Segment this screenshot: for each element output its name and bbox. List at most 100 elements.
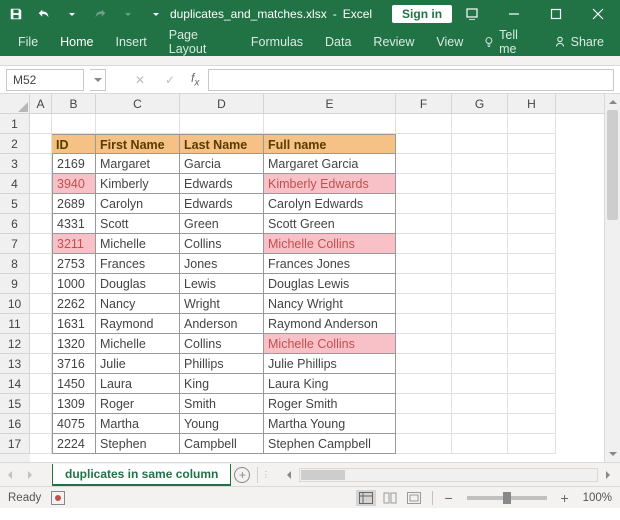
cell[interactable] — [396, 254, 452, 274]
row-header-1[interactable]: 1 — [0, 114, 30, 134]
cell[interactable] — [452, 314, 508, 334]
cell[interactable] — [508, 174, 556, 194]
cell[interactable]: 1309 — [52, 394, 96, 414]
cell[interactable]: 3940 — [52, 174, 96, 194]
tab-page-layout[interactable]: Page Layout — [159, 24, 239, 60]
cell[interactable]: Young — [180, 414, 264, 434]
cell[interactable] — [396, 274, 452, 294]
cell[interactable] — [452, 234, 508, 254]
tab-home[interactable]: Home — [50, 31, 103, 53]
qat-customize-dropdown[interactable] — [144, 2, 168, 26]
cell[interactable] — [508, 134, 556, 154]
cell[interactable] — [30, 294, 52, 314]
cell[interactable]: Martha — [96, 414, 180, 434]
share-button[interactable]: Share — [545, 35, 612, 49]
cell[interactable] — [396, 414, 452, 434]
tab-formulas[interactable]: Formulas — [241, 31, 313, 53]
sheet-nav-next[interactable] — [20, 465, 40, 485]
cell[interactable]: Margaret Garcia — [264, 154, 396, 174]
row-header-8[interactable]: 8 — [0, 254, 30, 274]
cell[interactable] — [452, 214, 508, 234]
cell[interactable] — [452, 294, 508, 314]
cell[interactable] — [52, 114, 96, 134]
cell[interactable] — [452, 434, 508, 454]
scroll-right-button[interactable] — [600, 467, 616, 483]
cell[interactable] — [30, 214, 52, 234]
cell[interactable]: Stephen — [96, 434, 180, 454]
scroll-left-button[interactable] — [281, 467, 297, 483]
cell[interactable]: 2753 — [52, 254, 96, 274]
cell[interactable] — [508, 394, 556, 414]
cell[interactable]: Collins — [180, 334, 264, 354]
zoom-level[interactable]: 100% — [583, 492, 612, 504]
column-header-G[interactable]: G — [452, 94, 508, 113]
cell[interactable]: Jones — [180, 254, 264, 274]
cell[interactable] — [508, 274, 556, 294]
cell[interactable]: Scott — [96, 214, 180, 234]
cell[interactable]: Full name — [264, 134, 396, 154]
vertical-scroll-thumb[interactable] — [607, 110, 618, 220]
cell[interactable]: Michelle — [96, 234, 180, 254]
cell[interactable] — [30, 394, 52, 414]
normal-view-button[interactable] — [356, 490, 376, 506]
redo-dropdown[interactable] — [116, 2, 140, 26]
sign-in-button[interactable]: Sign in — [392, 5, 452, 23]
cell[interactable]: Laura — [96, 374, 180, 394]
tab-insert[interactable]: Insert — [106, 31, 157, 53]
vertical-scroll-track[interactable] — [605, 110, 620, 446]
insert-function-button[interactable]: fx — [188, 71, 202, 88]
cell[interactable] — [452, 414, 508, 434]
row-header-15[interactable]: 15 — [0, 394, 30, 414]
new-sheet-button[interactable]: + — [231, 467, 253, 483]
cell[interactable] — [30, 194, 52, 214]
cell[interactable]: Margaret — [96, 154, 180, 174]
column-header-E[interactable]: E — [264, 94, 396, 113]
cell[interactable]: Garcia — [180, 154, 264, 174]
row-header-10[interactable]: 10 — [0, 294, 30, 314]
zoom-slider-thumb[interactable] — [503, 492, 511, 504]
cell[interactable] — [508, 294, 556, 314]
column-header-D[interactable]: D — [180, 94, 264, 113]
cell[interactable] — [508, 194, 556, 214]
minimize-button[interactable] — [496, 0, 532, 28]
cell[interactable]: Smith — [180, 394, 264, 414]
cell[interactable] — [396, 154, 452, 174]
cell[interactable]: Frances Jones — [264, 254, 396, 274]
row-header-17[interactable]: 17 — [0, 434, 30, 454]
cell[interactable]: Edwards — [180, 174, 264, 194]
row-header-2[interactable]: 2 — [0, 134, 30, 154]
cell[interactable] — [452, 174, 508, 194]
cell[interactable]: Julie Phillips — [264, 354, 396, 374]
cell[interactable]: Douglas — [96, 274, 180, 294]
cell[interactable] — [30, 134, 52, 154]
name-box-dropdown[interactable] — [90, 69, 106, 91]
select-all-button[interactable] — [0, 94, 30, 114]
cell[interactable] — [452, 394, 508, 414]
row-header-4[interactable]: 4 — [0, 174, 30, 194]
row-header-9[interactable]: 9 — [0, 274, 30, 294]
cell[interactable] — [452, 114, 508, 134]
cell[interactable]: Roger — [96, 394, 180, 414]
cell[interactable]: ID — [52, 134, 96, 154]
cell[interactable]: Nancy Wright — [264, 294, 396, 314]
cell[interactable] — [30, 314, 52, 334]
cell[interactable]: 3211 — [52, 234, 96, 254]
cell[interactable]: 4331 — [52, 214, 96, 234]
cell[interactable] — [508, 254, 556, 274]
row-header-13[interactable]: 13 — [0, 354, 30, 374]
cell[interactable]: Lewis — [180, 274, 264, 294]
tab-data[interactable]: Data — [315, 31, 361, 53]
vertical-scrollbar[interactable] — [604, 94, 620, 462]
cell[interactable] — [452, 274, 508, 294]
cell[interactable] — [508, 414, 556, 434]
name-box[interactable]: M52 — [6, 69, 84, 91]
cell[interactable]: Roger Smith — [264, 394, 396, 414]
cell[interactable] — [264, 114, 396, 134]
zoom-in-button[interactable]: + — [557, 490, 573, 506]
cell[interactable] — [180, 114, 264, 134]
cell[interactable] — [30, 414, 52, 434]
cell[interactable]: 1320 — [52, 334, 96, 354]
cell[interactable] — [396, 374, 452, 394]
row-header-16[interactable]: 16 — [0, 414, 30, 434]
cell[interactable]: Campbell — [180, 434, 264, 454]
